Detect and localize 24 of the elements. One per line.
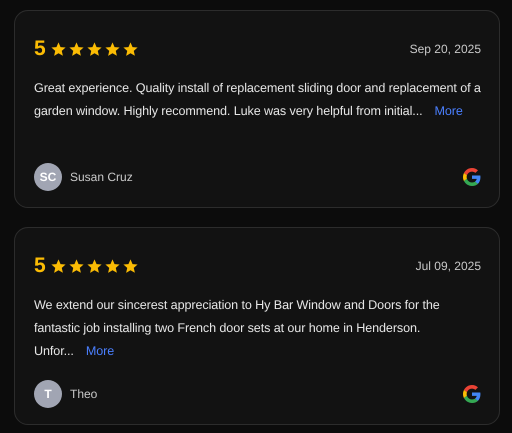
star-icon [122,258,139,274]
author-name: Susan Cruz [70,170,133,184]
google-icon [463,168,481,186]
rating-score: 5 [34,37,46,61]
star-icon [104,40,121,58]
more-link[interactable]: More [434,104,463,118]
star-icon [86,258,103,274]
star-icon [104,258,121,274]
star-icon [50,40,67,58]
star-icon [50,258,67,274]
star-icon [68,40,85,58]
google-icon [463,385,481,403]
avatar: T [34,380,62,408]
star-icon [68,258,85,274]
avatar: SC [34,163,62,191]
review-date: Sep 20, 2025 [410,42,481,56]
review-text: We extend our sincerest appreciation to Hy Bar Window and Doors for the fantastic job installing two French door sets at our home in Henderson. Unfor... More [34,297,441,360]
review-date: Jul 09, 2025 [416,259,481,273]
author-name: Theo [70,387,98,401]
star-icon [86,40,103,58]
review-text: Great experience. Quality install of replacement sliding door and replacement of a garden window. Highly recommend. Luke was very helpful from initial... More [34,80,481,120]
more-link[interactable]: More [86,344,114,358]
star-icon [122,40,139,58]
rating-score: 5 [34,254,46,278]
